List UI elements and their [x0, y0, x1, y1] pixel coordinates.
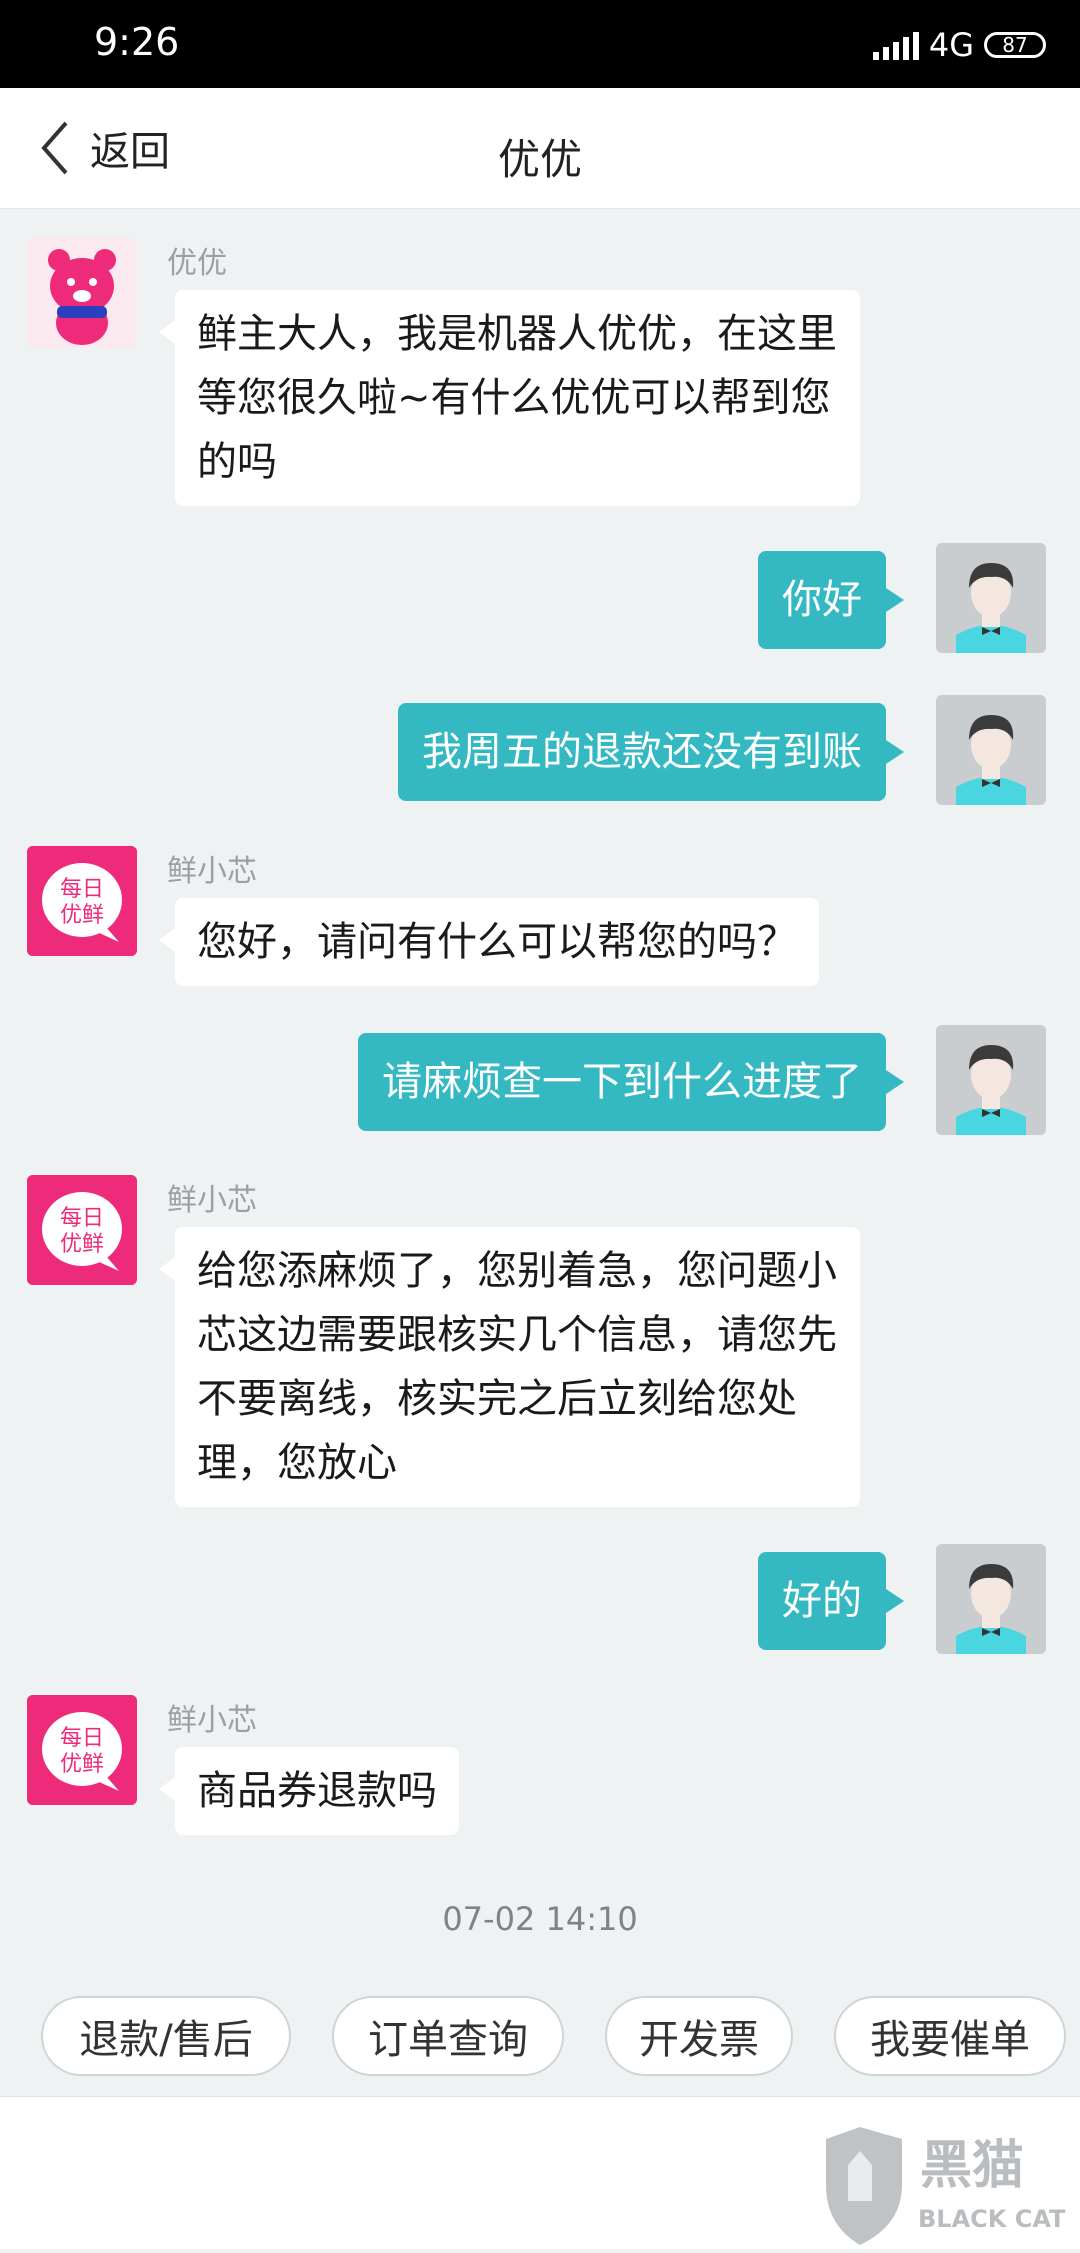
message-bubble[interactable]: 我周五的退款还没有到账 — [398, 703, 904, 801]
invoice-button[interactable]: 开发票 — [605, 1996, 793, 2076]
timestamp: 07-02 14:10 — [442, 1900, 638, 1938]
pink-bear-avatar[interactable] — [27, 238, 137, 348]
network-type: 4G — [928, 26, 974, 64]
brand-logo-icon: 每日 优鲜 — [27, 846, 137, 956]
svg-text:每日: 每日 — [60, 1726, 104, 1751]
status-bar: 9:26 4G 87 — [0, 0, 1080, 88]
message-bubble[interactable]: 您好，请问有什么可以帮您的吗？ — [159, 898, 819, 986]
user-avatar[interactable] — [936, 1544, 1046, 1654]
svg-text:优鲜: 优鲜 — [60, 1232, 104, 1257]
message-input[interactable]: 黑猫 BLACK CAT — [0, 2096, 1080, 2249]
status-time: 9:26 — [94, 20, 180, 64]
urge-order-button[interactable]: 我要催单 — [834, 1996, 1066, 2076]
nav-bar: 返回 优优 — [0, 88, 1080, 209]
message-bubble[interactable]: 商品券退款吗 — [159, 1747, 459, 1835]
message-bubble[interactable]: 给您添麻烦了，您别着急，您问题小芯这边需要跟核实几个信息，请您先不要离线，核实完… — [159, 1227, 860, 1507]
message-bubble[interactable]: 好的 — [758, 1552, 904, 1650]
quick-actions-bar: 退款/售后 订单查询 开发票 我要催单 — [0, 1976, 1080, 2096]
person-icon — [936, 1544, 1046, 1654]
meiri-youxian-logo[interactable]: 每日 优鲜 — [27, 1175, 137, 1285]
meiri-youxian-logo[interactable]: 每日 优鲜 — [27, 1695, 137, 1805]
status-indicators: 4G 87 — [872, 26, 1046, 64]
refund-aftersales-button[interactable]: 退款/售后 — [41, 1996, 291, 2076]
user-avatar[interactable] — [936, 1025, 1046, 1135]
message-bubble[interactable]: 你好 — [758, 551, 904, 649]
bear-icon — [27, 238, 137, 348]
person-icon — [936, 1025, 1046, 1135]
svg-text:每日: 每日 — [60, 1206, 104, 1231]
black-cat-logo-icon: 黑猫 BLACK CAT — [826, 2127, 1066, 2245]
svg-text:优鲜: 优鲜 — [60, 1752, 104, 1777]
person-icon — [936, 543, 1046, 653]
sender-name: 鲜小芯 — [167, 1703, 257, 1738]
user-avatar[interactable] — [936, 543, 1046, 653]
svg-text:BLACK CAT: BLACK CAT — [918, 2205, 1066, 2233]
battery-icon: 87 — [984, 32, 1046, 58]
signal-icon — [872, 30, 919, 60]
brand-logo-icon: 每日 优鲜 — [27, 1695, 137, 1805]
battery-level: 87 — [1002, 33, 1028, 57]
sender-name: 鲜小芯 — [167, 1183, 257, 1218]
person-icon — [936, 695, 1046, 805]
sender-name: 优优 — [167, 246, 227, 281]
order-query-button[interactable]: 订单查询 — [332, 1996, 564, 2076]
black-cat-watermark: 黑猫 BLACK CAT — [810, 2121, 1080, 2249]
svg-text:每日: 每日 — [60, 877, 104, 902]
svg-text:优鲜: 优鲜 — [60, 903, 104, 928]
message-bubble[interactable]: 请麻烦查一下到什么进度了 — [358, 1033, 904, 1131]
page-title: 优优 — [497, 135, 582, 184]
brand-logo-icon: 每日 优鲜 — [27, 1175, 137, 1285]
message-bubble[interactable]: 鲜主大人，我是机器人优优，在这里等您很久啦~有什么优优可以帮到您的吗 — [159, 290, 860, 506]
svg-text:黑猫: 黑猫 — [920, 2136, 1024, 2196]
user-avatar[interactable] — [936, 695, 1046, 805]
meiri-youxian-logo[interactable]: 每日 优鲜 — [27, 846, 137, 956]
sender-name: 鲜小芯 — [167, 854, 257, 889]
